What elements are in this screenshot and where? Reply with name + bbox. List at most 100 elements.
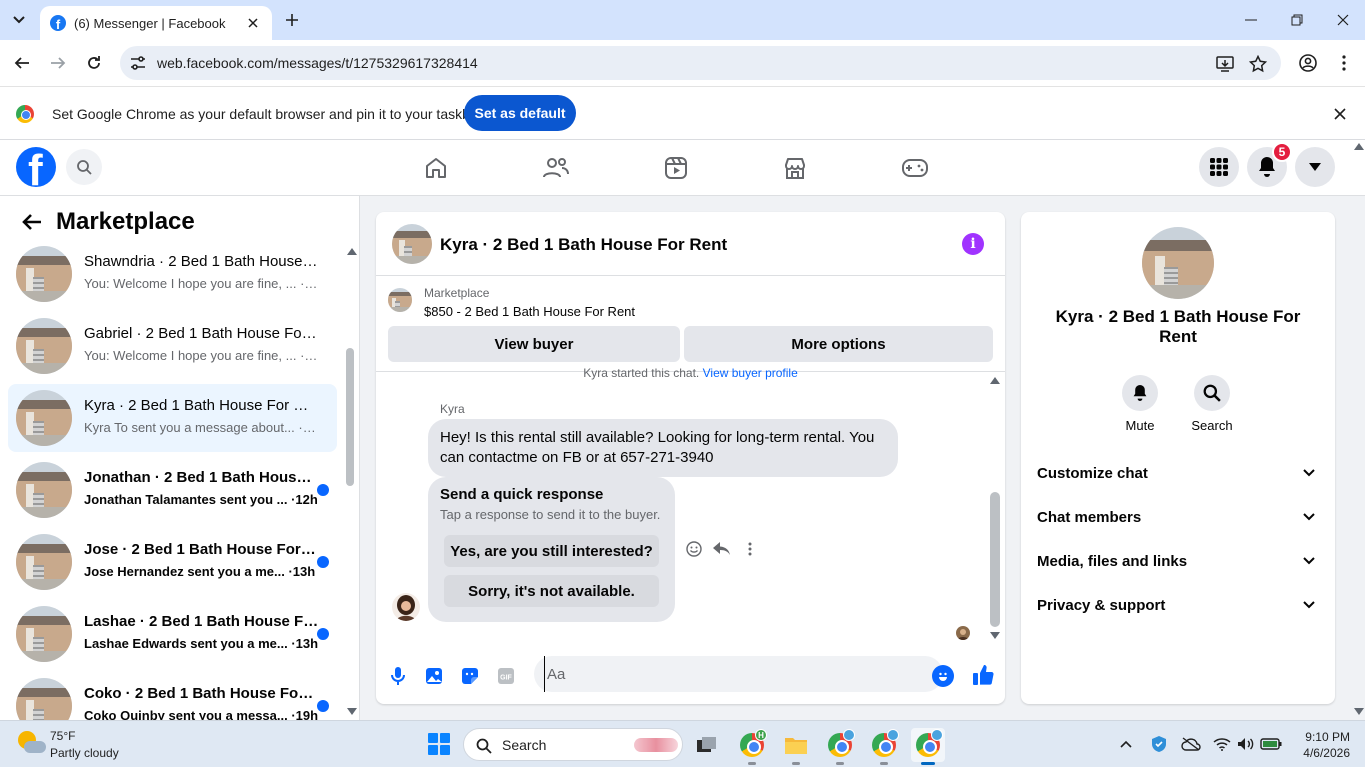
home-icon[interactable] bbox=[420, 152, 452, 184]
weather-condition[interactable]: Partly cloudy bbox=[50, 746, 119, 760]
chat-list-item[interactable]: Gabriel · 2 Bed 1 Bath House For Rent You… bbox=[8, 312, 337, 380]
microphone-icon[interactable] bbox=[386, 664, 410, 688]
unread-indicator bbox=[317, 628, 329, 640]
restore-button[interactable] bbox=[1274, 0, 1320, 40]
forward-button[interactable] bbox=[44, 49, 72, 77]
grid-menu-icon bbox=[1210, 158, 1228, 176]
scroll-up-arrow[interactable] bbox=[347, 248, 357, 255]
windows-start-icon[interactable] bbox=[428, 733, 450, 755]
section-label: Media, files and links bbox=[1037, 552, 1188, 570]
facebook-search-button[interactable] bbox=[66, 149, 102, 185]
more-options-button[interactable]: More options bbox=[684, 326, 993, 362]
conversation-title[interactable]: Kyra · 2 Bed 1 Bath House For Rent bbox=[440, 235, 727, 255]
minimize-button[interactable] bbox=[1228, 0, 1274, 40]
chat-list-scrollbar[interactable] bbox=[346, 348, 354, 486]
more-actions-icon[interactable] bbox=[740, 539, 760, 559]
taskbar-search-box[interactable]: Search bbox=[463, 728, 683, 761]
conversation-avatar[interactable] bbox=[392, 224, 432, 264]
cloud-offline-icon[interactable] bbox=[1180, 733, 1202, 755]
customize-chat-section[interactable]: Customize chat bbox=[1029, 453, 1327, 493]
gif-icon[interactable]: GIF bbox=[494, 664, 518, 688]
chrome-app-icon[interactable]: H bbox=[735, 728, 769, 765]
mute-button[interactable]: Mute bbox=[1110, 375, 1170, 433]
arrow-right-icon bbox=[51, 57, 66, 69]
install-app-icon[interactable] bbox=[1215, 54, 1235, 74]
show-hidden-icons-icon[interactable] bbox=[1115, 733, 1137, 755]
infobar-close-icon[interactable] bbox=[1330, 104, 1350, 124]
task-view-icon[interactable] bbox=[690, 728, 724, 762]
bookmark-star-icon[interactable] bbox=[1248, 54, 1268, 74]
browser-tab[interactable]: f (6) Messenger | Facebook bbox=[40, 6, 272, 40]
close-tab-icon[interactable] bbox=[244, 14, 262, 32]
chat-list-item[interactable]: Jonathan · 2 Bed 1 Bath House For Rent Jo… bbox=[8, 456, 337, 524]
messages-scroll-up-arrow[interactable] bbox=[990, 377, 1000, 384]
security-shield-icon[interactable] bbox=[1148, 733, 1170, 755]
video-icon[interactable] bbox=[660, 152, 692, 184]
chat-members-section[interactable]: Chat members bbox=[1029, 497, 1327, 537]
contact-avatar[interactable] bbox=[1142, 227, 1214, 299]
view-buyer-button[interactable]: View buyer bbox=[388, 326, 680, 362]
marketplace-icon[interactable] bbox=[779, 152, 811, 184]
search-in-chat-button[interactable]: Search bbox=[1182, 375, 1242, 433]
scroll-down-arrow[interactable] bbox=[347, 708, 357, 715]
chat-list-item[interactable]: Shawndria · 2 Bed 1 Bath House For Rent Y… bbox=[8, 240, 337, 308]
info-icon[interactable]: i bbox=[962, 233, 984, 255]
messages-scroll-down-arrow[interactable] bbox=[990, 632, 1000, 639]
react-emoji-icon[interactable] bbox=[684, 539, 704, 559]
close-window-button[interactable] bbox=[1320, 0, 1365, 40]
friends-icon[interactable] bbox=[540, 152, 572, 184]
sticker-icon[interactable] bbox=[458, 664, 482, 688]
volume-icon[interactable] bbox=[1235, 733, 1257, 755]
listing-price[interactable]: $850 - 2 Bed 1 Bath House For Rent bbox=[424, 304, 635, 319]
page-scroll-down-arrow[interactable] bbox=[1354, 708, 1364, 715]
browser-menu-icon[interactable] bbox=[1330, 49, 1358, 77]
set-as-default-button[interactable]: Set as default bbox=[464, 95, 576, 131]
gaming-icon[interactable] bbox=[899, 152, 931, 184]
new-tab-button[interactable] bbox=[280, 8, 304, 32]
privacy-support-section[interactable]: Privacy & support bbox=[1029, 585, 1327, 625]
chat-list-item[interactable]: Jose · 2 Bed 1 Bath House For Rent Jose H… bbox=[8, 528, 337, 596]
chat-avatar bbox=[16, 534, 72, 590]
chrome-profile-icon[interactable] bbox=[867, 728, 901, 765]
reload-button[interactable] bbox=[80, 49, 108, 77]
emoji-icon[interactable] bbox=[932, 665, 954, 687]
weather-icon[interactable] bbox=[16, 729, 46, 759]
message-input[interactable] bbox=[544, 656, 904, 692]
chat-snippet: You: Welcome I hope you are fine, ... ·1… bbox=[84, 348, 319, 363]
photo-icon[interactable] bbox=[422, 664, 446, 688]
site-info-icon[interactable] bbox=[128, 53, 148, 73]
tab-search-button[interactable] bbox=[6, 7, 32, 33]
file-explorer-icon[interactable] bbox=[779, 728, 813, 765]
chat-avatar bbox=[16, 246, 72, 302]
address-bar[interactable]: web.facebook.com/messages/t/127532961732… bbox=[120, 46, 1281, 80]
page-scroll-up-arrow[interactable] bbox=[1354, 143, 1364, 150]
system-clock[interactable]: 9:10 PM 4/6/2026 bbox=[1290, 729, 1350, 761]
thumbs-up-icon[interactable] bbox=[971, 663, 995, 687]
sender-avatar[interactable] bbox=[392, 593, 420, 621]
chat-list-item[interactable]: Lashae · 2 Bed 1 Bath House For Rent Lash… bbox=[8, 600, 337, 668]
chrome-profile-icon[interactable] bbox=[823, 728, 857, 765]
conversation-header: Kyra · 2 Bed 1 Bath House For Rent i bbox=[376, 212, 1005, 276]
reply-icon[interactable] bbox=[712, 539, 732, 559]
account-menu-button[interactable] bbox=[1295, 147, 1335, 187]
messages-scrollbar[interactable] bbox=[990, 492, 1000, 627]
chrome-active-icon[interactable] bbox=[911, 728, 945, 765]
chat-started-notice: Kyra started this chat. View buyer profi… bbox=[376, 366, 1005, 380]
quick-reply-not-available[interactable]: Sorry, it's not available. bbox=[444, 575, 659, 607]
message-bubble[interactable]: Hey! Is this rental still available? Loo… bbox=[428, 419, 898, 477]
facebook-logo-icon[interactable]: f bbox=[16, 147, 56, 187]
weather-temperature[interactable]: 75°F bbox=[50, 729, 75, 743]
quick-reply-still-interested[interactable]: Yes, are you still interested? bbox=[444, 535, 659, 567]
media-files-links-section[interactable]: Media, files and links bbox=[1029, 541, 1327, 581]
message-input-box[interactable] bbox=[534, 656, 943, 692]
search-icon bbox=[77, 160, 92, 175]
battery-icon[interactable] bbox=[1260, 733, 1282, 755]
menu-button[interactable] bbox=[1199, 147, 1239, 187]
profile-icon[interactable] bbox=[1294, 49, 1322, 77]
view-buyer-profile-link[interactable]: View buyer profile bbox=[703, 366, 798, 380]
back-arrow-icon[interactable] bbox=[20, 210, 44, 234]
chat-list-item[interactable]: Coko · 2 Bed 1 Bath House For Rent Coko Q… bbox=[8, 672, 337, 720]
wifi-icon[interactable] bbox=[1211, 733, 1233, 755]
back-button[interactable] bbox=[8, 49, 36, 77]
chat-list-item[interactable]: Kyra · 2 Bed 1 Bath House For Rent Kyra T… bbox=[8, 384, 337, 452]
